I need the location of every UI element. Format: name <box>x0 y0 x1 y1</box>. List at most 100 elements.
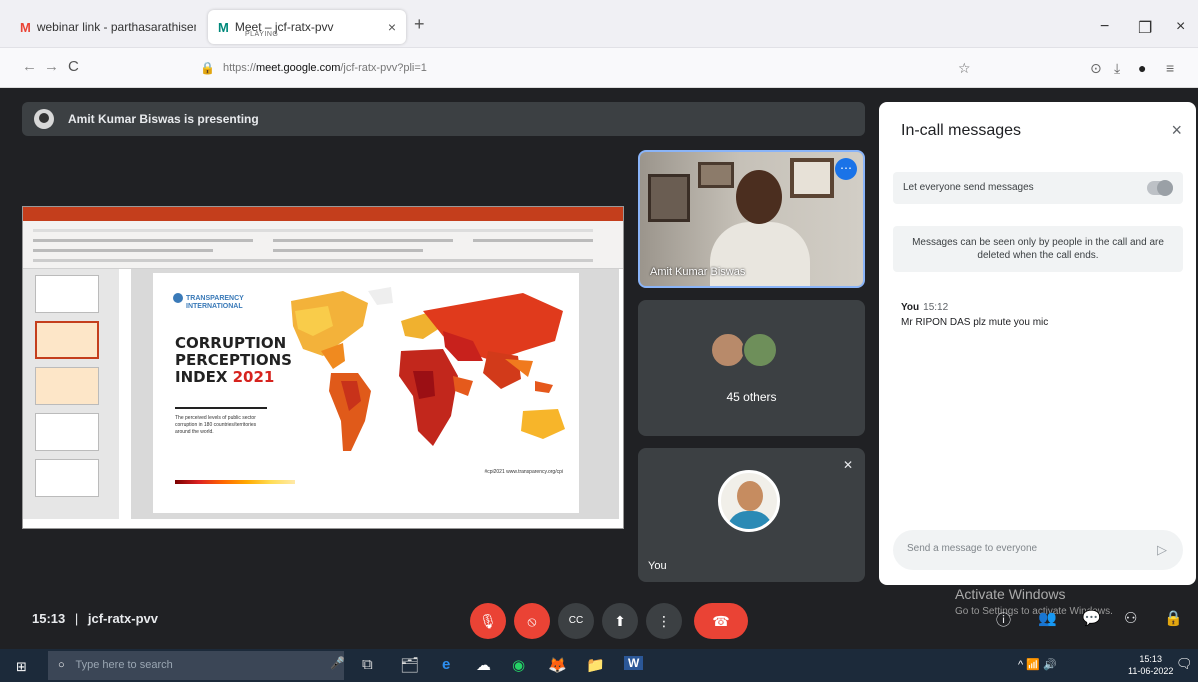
meet-stage: Amit Kumar Biswas is presenting TRANSPAR… <box>0 88 1198 649</box>
new-tab-button[interactable]: + <box>414 14 425 35</box>
camera-toggle-button[interactable]: ⦸ <box>514 603 550 639</box>
tab-webinar-link[interactable]: M webinar link - parthasarathisen ✕ <box>10 10 206 44</box>
windows-taskbar: ⊞ ○ Type here to search 🎤 ⧉ 🗂 e ☁ ◉ 🦊 📁 … <box>0 649 1198 682</box>
word-icon[interactable]: W <box>624 656 644 670</box>
slide-thumbnails <box>23 269 119 519</box>
message-time: 15:12 <box>923 302 949 313</box>
avatar <box>710 332 746 368</box>
slide-blurb: The perceived levels of public sector co… <box>175 415 257 435</box>
system-tray[interactable]: ^ 📶 🔊 <box>1018 658 1057 671</box>
maximize-button[interactable]: ❐ <box>1138 18 1152 38</box>
tab-meet[interactable]: M Meet – jcf-ratx-pvv PLAYING × <box>208 10 406 44</box>
more-options-button[interactable]: ⋮ <box>646 603 682 639</box>
forward-button[interactable]: → <box>44 58 59 75</box>
firefox-icon[interactable]: 🦊 <box>548 656 567 674</box>
people-icon[interactable]: 👥 <box>1038 609 1057 627</box>
file-explorer-icon[interactable]: 📁 <box>586 656 605 674</box>
mic-toggle-button[interactable]: 🎙 <box>470 603 506 639</box>
tab-playing-label: PLAYING <box>245 31 279 38</box>
presenter-video-tile[interactable]: ⋯ Amit Kumar Biswas <box>638 150 865 288</box>
reload-button[interactable]: C <box>68 58 79 75</box>
pocket-icon[interactable]: ⊙ <box>1090 60 1102 77</box>
slide-thumbnail[interactable] <box>35 459 99 497</box>
menu-icon[interactable]: ≡ <box>1166 60 1174 76</box>
whatsapp-icon[interactable]: ◉ <box>512 656 525 674</box>
captions-button[interactable]: CC <box>558 603 594 639</box>
download-icon[interactable]: ⤓ <box>1114 60 1120 77</box>
slide-canvas: TRANSPARENCY INTERNATIONAL CORRUPTION PE… <box>131 269 619 519</box>
browser-tab-bar: M webinar link - parthasarathisen ✕ M Me… <box>0 0 1198 48</box>
present-button[interactable]: ⬆ <box>602 603 638 639</box>
score-legend <box>175 480 295 484</box>
allow-messages-toggle[interactable] <box>1147 180 1173 196</box>
minimize-button[interactable]: − <box>1100 18 1109 36</box>
slide-thumbnail[interactable] <box>35 367 99 405</box>
gmail-favicon-icon: M <box>20 19 31 35</box>
cpi-slide: TRANSPARENCY INTERNATIONAL CORRUPTION PE… <box>153 273 579 513</box>
taskbar-search[interactable]: ○ Type here to search <box>48 651 344 680</box>
meeting-details: 15:13 | jcf-ratx-pvv <box>32 611 158 626</box>
store-icon[interactable]: 🗂 <box>400 656 419 674</box>
message-text: Mr RIPON DAS plz mute you mic <box>901 317 1049 328</box>
meeting-time: 15:13 <box>32 611 66 626</box>
slide-title: CORRUPTION PERCEPTIONS INDEX 2021 <box>175 334 292 386</box>
lock-icon: 🔒 <box>200 61 215 75</box>
edge-icon[interactable]: e <box>442 656 450 673</box>
allow-messages-label: Let everyone send messages <box>903 182 1034 193</box>
message-sender: You <box>901 302 920 313</box>
meeting-code: jcf-ratx-pvv <box>87 611 158 626</box>
presenter-avatar <box>34 109 54 129</box>
slide-thumbnail[interactable] <box>35 413 99 451</box>
world-map-image <box>291 287 565 451</box>
bookmark-star-icon[interactable]: ☆ <box>958 60 971 77</box>
participant-name: Amit Kumar Biswas <box>650 266 746 278</box>
chat-message: You 15:12 Mr RIPON DAS plz mute you mic <box>901 300 1048 330</box>
presenting-text: Amit Kumar Biswas is presenting <box>68 112 259 126</box>
panel-title: In-call messages <box>901 122 1022 139</box>
slide-thumbnail[interactable] <box>35 321 99 359</box>
url-prefix: https:// <box>222 62 256 74</box>
url-path: /jcf-ratx-pvv?pli=1 <box>340 62 427 74</box>
presenting-banner: Amit Kumar Biswas is presenting <box>22 102 865 136</box>
powerpoint-titlebar <box>23 207 623 221</box>
host-controls-icon[interactable]: 🔒 <box>1164 609 1183 627</box>
self-label: You <box>648 560 667 572</box>
chat-info-notice: Messages can be seen only by people in t… <box>893 226 1183 272</box>
notification-icon[interactable]: 🗨 <box>1176 656 1193 672</box>
avatar <box>742 332 778 368</box>
close-icon[interactable]: × <box>1171 120 1182 141</box>
powerpoint-ribbon <box>23 221 623 269</box>
search-icon: ○ <box>58 659 65 671</box>
presenter-video <box>736 170 782 224</box>
chat-icon[interactable]: 💬 <box>1082 609 1101 627</box>
url-domain: meet.google.com <box>255 62 341 74</box>
taskbar-clock[interactable]: 15:13 11-06-2022 <box>1128 653 1173 677</box>
mic-off-icon: ✕ <box>842 458 853 472</box>
chat-input[interactable]: Send a message to everyone ▷ <box>893 530 1183 570</box>
close-window-button[interactable]: × <box>1176 18 1185 36</box>
others-count: 45 others <box>726 390 777 404</box>
others-tile[interactable]: 45 others <box>638 300 865 436</box>
slide-thumbnail[interactable] <box>35 275 99 313</box>
voice-search-icon[interactable]: 🎤 <box>330 656 345 670</box>
title-rule <box>175 407 267 409</box>
meeting-info-icon[interactable]: ⓘ <box>996 609 1011 630</box>
onedrive-icon[interactable]: ☁ <box>476 656 491 674</box>
close-tab-icon[interactable]: × <box>382 19 396 35</box>
search-placeholder: Type here to search <box>75 659 173 671</box>
meeting-controls-bar: 15:13 | jcf-ratx-pvv 🎙 ⦸ CC ⬆ ⋮ ☎ Activa… <box>0 585 1198 649</box>
more-options-icon[interactable]: ⋯ <box>835 158 857 180</box>
activities-icon[interactable]: ⚇ <box>1124 609 1137 627</box>
in-call-messages-panel: In-call messages × Let everyone send mes… <box>879 102 1196 585</box>
url-field[interactable]: 🔒 https:// meet.google.com /jcf-ratx-pvv… <box>200 54 1000 82</box>
back-button[interactable]: ← <box>22 58 37 75</box>
task-view-icon[interactable]: ⧉ <box>362 656 373 673</box>
self-tile[interactable]: ✕ You <box>638 448 865 582</box>
profile-icon[interactable]: ● <box>1138 60 1146 76</box>
allow-messages-row: Let everyone send messages <box>893 172 1183 204</box>
send-icon[interactable]: ▷ <box>1157 542 1167 558</box>
self-avatar <box>718 470 780 532</box>
start-button[interactable]: ⊞ <box>16 659 27 675</box>
leave-call-button[interactable]: ☎ <box>694 603 748 639</box>
tab-title: webinar link - parthasarathisen ✕ <box>36 20 196 34</box>
